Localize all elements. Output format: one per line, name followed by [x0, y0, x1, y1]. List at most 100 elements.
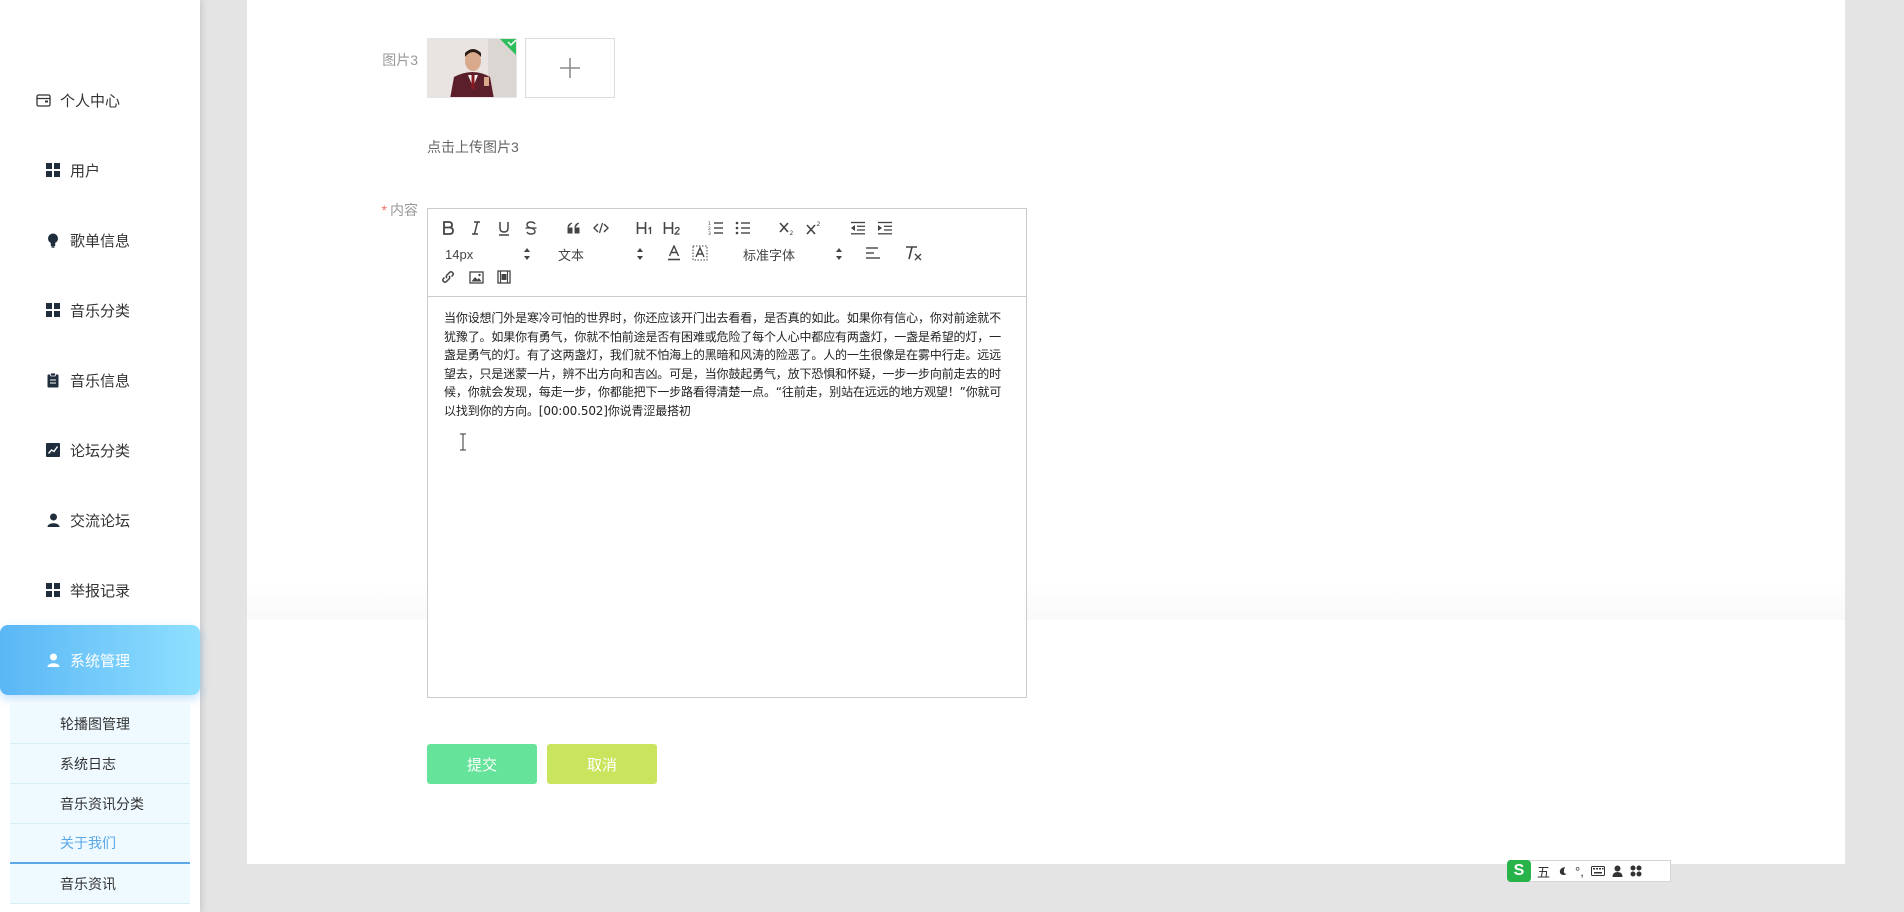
font-size-value: 14px [445, 246, 474, 262]
moon-icon[interactable] [1557, 866, 1568, 877]
chart-icon [42, 442, 64, 458]
background-color-icon [692, 245, 708, 261]
sidebar-item-music-category[interactable]: 音乐分类 [42, 290, 192, 330]
superscript-icon: 2 [806, 221, 821, 235]
font-color-button[interactable] [664, 244, 684, 262]
image-icon [468, 270, 484, 284]
underline-button[interactable] [494, 219, 514, 237]
image3-label: 图片3 [370, 50, 418, 70]
subscript-button[interactable]: 2 [777, 219, 797, 237]
sidebar-item-reports[interactable]: 举报记录 [42, 570, 192, 610]
align-left-icon [866, 247, 880, 259]
link-button[interactable] [438, 268, 458, 286]
submenu-item-music-news[interactable]: 音乐资讯 [10, 864, 190, 904]
font-color-icon [668, 245, 680, 261]
ime-punct[interactable]: °, [1575, 864, 1584, 879]
ime-mode[interactable]: 五 [1537, 862, 1550, 881]
bold-button[interactable] [438, 219, 458, 237]
svg-text:2: 2 [790, 230, 794, 235]
sidebar-item-label: 举报记录 [70, 582, 131, 600]
sidebar-item-forum-category[interactable]: 论坛分类 [42, 430, 192, 470]
svg-text:3: 3 [708, 231, 711, 235]
font-family-select[interactable]: 标准字体 [743, 244, 843, 264]
bullet-list-button[interactable] [733, 219, 753, 237]
editor-toolbar: 123 2 2 14px 文本 标准字体 [428, 209, 1026, 297]
font-family-value: 标准字体 [743, 247, 796, 263]
sidebar-item-music-info[interactable]: 音乐信息 [42, 360, 192, 400]
italic-icon [472, 221, 480, 235]
quote-icon [567, 222, 580, 234]
font-size-select[interactable]: 14px [445, 244, 531, 264]
outdent-button[interactable] [848, 219, 868, 237]
background-color-button[interactable] [690, 244, 710, 262]
grid-icon [42, 302, 64, 318]
sidebar-item-label: 音乐信息 [70, 372, 131, 390]
clear-format-icon [906, 246, 922, 261]
keyboard-icon[interactable] [1590, 866, 1605, 876]
blockquote-button[interactable] [564, 219, 584, 237]
sidebar-item-users[interactable]: 用户 [42, 150, 192, 190]
video-icon [497, 270, 511, 284]
editor-content[interactable]: 当你设想门外是寒冷可怕的世界时，你还应该开门出去看看，是否真的如此。如果你有信心… [444, 309, 1009, 420]
grid-icon [42, 582, 64, 598]
bold-icon [443, 221, 454, 235]
text-cursor-icon [460, 433, 466, 451]
ordered-list-icon: 123 [708, 221, 723, 235]
indent-icon [878, 221, 892, 235]
sidebar-item-personal-center[interactable]: 个人中心 [32, 80, 182, 120]
italic-button[interactable] [466, 219, 486, 237]
required-mark: * [381, 202, 387, 218]
person-photo-icon [428, 39, 516, 97]
sidebar-item-label: 歌单信息 [70, 232, 131, 250]
bullet-list-icon [735, 221, 750, 235]
sidebar-item-label: 用户 [70, 162, 101, 180]
ime-toolbar[interactable]: S 五 °, [1507, 860, 1671, 882]
submenu-item-about-us[interactable]: 关于我们 [10, 824, 190, 864]
sidebar-item-label: 交流论坛 [70, 512, 131, 530]
sidebar-item-label: 个人中心 [60, 92, 121, 110]
bulb-icon [42, 232, 64, 248]
select-arrows-icon [836, 248, 842, 260]
image-button[interactable] [466, 268, 486, 286]
heading1-button[interactable] [635, 219, 655, 237]
heading1-icon [636, 222, 652, 234]
underline-icon [499, 221, 509, 236]
apps-icon[interactable] [1630, 865, 1642, 877]
sidebar-item-forum[interactable]: 交流论坛 [42, 500, 192, 540]
cancel-button[interactable]: 取消 [547, 744, 657, 784]
video-button[interactable] [494, 268, 514, 286]
text-type-select[interactable]: 文本 [558, 244, 644, 264]
strikethrough-button[interactable] [521, 219, 541, 237]
heading2-button[interactable] [662, 219, 682, 237]
content-label-text: 内容 [390, 202, 418, 218]
code-block-button[interactable] [591, 219, 611, 237]
upload-image3-button[interactable] [525, 38, 615, 98]
select-arrows-icon [524, 248, 530, 260]
clear-format-button[interactable] [903, 244, 923, 262]
ordered-list-button[interactable]: 123 [706, 219, 726, 237]
sidebar-item-label: 音乐分类 [70, 302, 131, 320]
sidebar-item-system-management[interactable]: 系统管理 [0, 625, 200, 695]
image3-label-text: 图片3 [382, 52, 418, 68]
content-label: * 内容 [370, 200, 418, 220]
clipboard-icon [42, 372, 64, 388]
indent-button[interactable] [875, 219, 895, 237]
wallet-icon [32, 92, 54, 108]
link-icon [442, 271, 454, 283]
user-icon [42, 652, 64, 668]
submenu-item-system-log[interactable]: 系统日志 [10, 744, 190, 784]
submenu-item-news-category[interactable]: 音乐资讯分类 [10, 784, 190, 824]
plus-icon [560, 58, 580, 78]
submenu-item-carousel[interactable]: 轮播图管理 [10, 704, 190, 744]
superscript-button[interactable]: 2 [804, 219, 824, 237]
heading2-icon [663, 222, 680, 235]
align-button[interactable] [863, 244, 883, 262]
submit-button[interactable]: 提交 [427, 744, 537, 784]
image3-thumbnail[interactable] [427, 38, 517, 98]
user-icon[interactable] [1612, 865, 1623, 877]
rich-text-editor: 123 2 2 14px 文本 标准字体 当你设想门外是寒冷可怕的世界时，你还应… [427, 208, 1027, 698]
submenu-item-label: 系统日志 [60, 755, 116, 772]
sidebar-item-playlists[interactable]: 歌单信息 [42, 220, 192, 260]
sidebar-item-label: 论坛分类 [70, 442, 131, 460]
subscript-icon: 2 [779, 222, 794, 235]
